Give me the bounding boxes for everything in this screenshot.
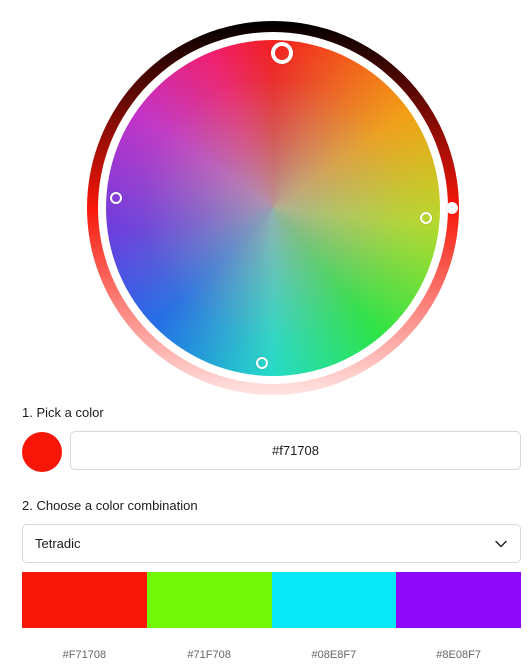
- hue-saturation-disc[interactable]: [106, 40, 440, 376]
- hex-color-value: #f71708: [272, 443, 319, 458]
- brightness-handle[interactable]: [446, 202, 458, 214]
- tetradic-handle-right[interactable]: [420, 212, 432, 224]
- pick-color-label: 1. Pick a color: [22, 405, 104, 420]
- palette-swatch-2[interactable]: [146, 572, 272, 628]
- combination-selected-value: Tetradic: [35, 536, 81, 551]
- palette-swatch-3[interactable]: [271, 572, 397, 628]
- hex-color-input[interactable]: #f71708: [70, 431, 521, 470]
- combination-dropdown[interactable]: Tetradic: [22, 524, 521, 563]
- combination-label: 2. Choose a color combination: [22, 498, 198, 513]
- palette-labels: #F71708 #71F708 #08E8F7 #8E08F7: [22, 649, 521, 661]
- palette-hex-2: #71F708: [187, 649, 231, 661]
- tetradic-handle-left[interactable]: [110, 192, 122, 204]
- palette-hex-4: #8E08F7: [436, 649, 481, 661]
- chevron-down-icon: [494, 537, 508, 551]
- primary-color-handle[interactable]: [271, 42, 293, 64]
- color-palette: [22, 572, 521, 628]
- selected-color-swatch: [22, 432, 62, 472]
- palette-hex-1: #F71708: [62, 649, 107, 661]
- color-wheel[interactable]: [87, 21, 459, 395]
- palette-swatch-4[interactable]: [396, 572, 521, 628]
- tetradic-handle-bottom[interactable]: [256, 357, 268, 369]
- palette-swatch-1[interactable]: [22, 572, 147, 628]
- palette-hex-3: #08E8F7: [311, 649, 357, 661]
